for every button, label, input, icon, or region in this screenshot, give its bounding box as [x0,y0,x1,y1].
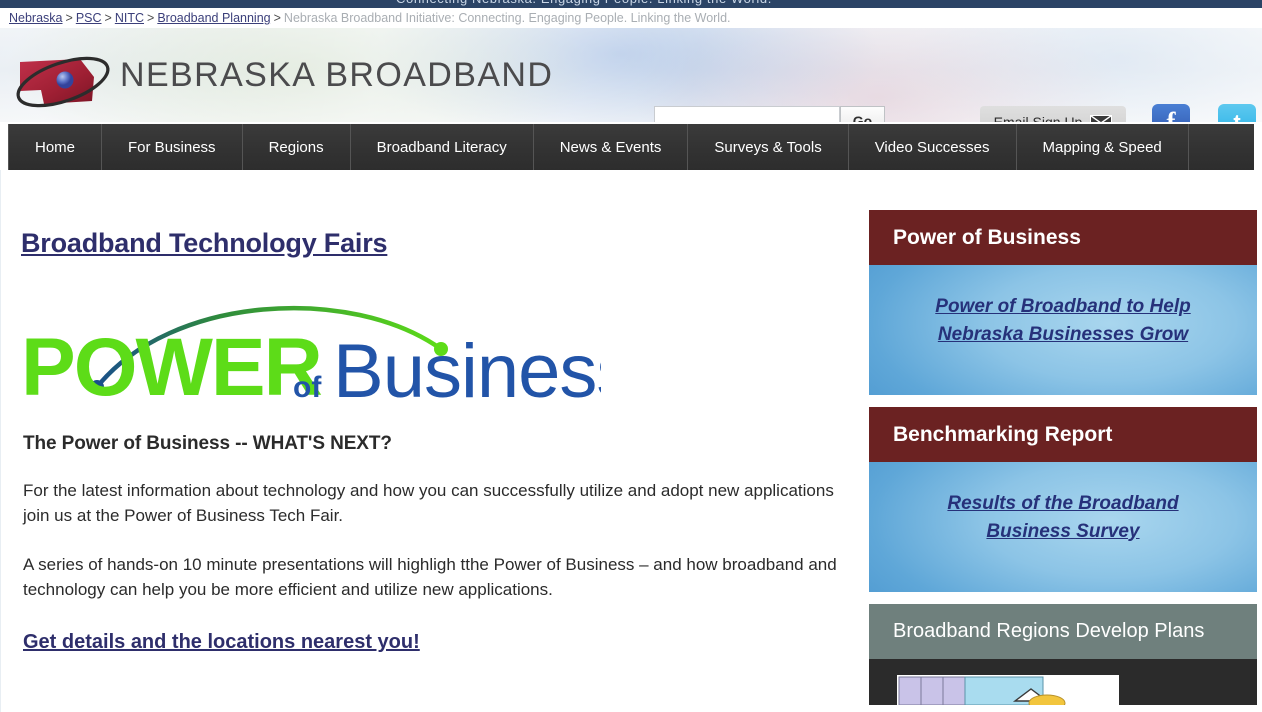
facebook-glyph: f [1166,107,1176,122]
page-title[interactable]: Broadband Technology Fairs [21,228,388,259]
get-details-link[interactable]: Get details and the locations nearest yo… [23,631,420,654]
nav-item-video-successes[interactable]: Video Successes [849,124,1017,170]
panel-title-power-of-business: Power of Business [869,210,1257,265]
sidebar-panel-benchmarking-report: Benchmarking Report Results of the Broad… [869,407,1257,592]
main-navigation: Home For Business Regions Broadband Lite… [8,124,1254,170]
content-area: Broadband Technology Fairs POWER of Busi… [0,170,1262,712]
page-root: Connecting Nebraska. Engaging People. Li… [0,0,1262,712]
section-subheading: The Power of Business -- WHAT'S NEXT? [23,433,392,454]
site-tagline: Connecting Nebraska. Engaging People. Li… [396,0,772,6]
panel-link-line-2: Nebraska Businesses Grow [937,323,1189,345]
svg-text:of: of [293,371,322,404]
panel-body-power-of-business: Power of Broadband to Help Nebraska Busi… [869,265,1257,395]
envelope-icon [1090,114,1113,122]
nav-item-mapping-speed[interactable]: Mapping & Speed [1017,124,1189,170]
panel-body-broadband-regions [869,659,1257,705]
panel-body-benchmarking-report: Results of the Broadband Business Survey [869,462,1257,592]
breadcrumb-separator: > [65,11,73,25]
main-column: Broadband Technology Fairs POWER of Busi… [21,228,851,654]
twitter-icon[interactable]: t [1218,104,1256,122]
panel-link-line-2: Business Survey [986,520,1140,542]
sidebar-panel-power-of-business: Power of Business Power of Broadband to … [869,210,1257,395]
nav-item-regions[interactable]: Regions [243,124,351,170]
breadcrumb-item-nebraska[interactable]: Nebraska [9,11,63,25]
site-logo-text: NEBRASKA BROADBAND [120,56,554,94]
panel-title-broadband-regions: Broadband Regions Develop Plans [869,604,1257,659]
twitter-glyph: t [1218,104,1256,122]
body-paragraph-1: For the latest information about technol… [23,481,834,525]
site-tagline-band: Connecting Nebraska. Engaging People. Li… [0,0,1262,8]
site-banner: NEBRASKA BROADBAND Go Email Sign Up f t [0,28,1262,122]
panel-title-benchmarking-report: Benchmarking Report [869,407,1257,462]
breadcrumb-item-psc[interactable]: PSC [76,11,102,25]
nebraska-state-orbit-logo-icon [8,46,120,110]
nav-item-surveys-tools[interactable]: Surveys & Tools [688,124,849,170]
panel-link-line-1: Power of Broadband to Help [935,296,1191,317]
breadcrumb-current: Nebraska Broadband Initiative: Connectin… [283,11,731,25]
search-input[interactable] [654,106,840,122]
breadcrumb-separator: > [273,11,281,25]
sidebar: Power of Business Power of Broadband to … [869,210,1257,712]
svg-text:Business: Business [333,329,601,407]
nav-item-news-events[interactable]: News & Events [534,124,689,170]
sidebar-panel-broadband-regions: Broadband Regions Develop Plans [869,604,1257,705]
nav-item-home[interactable]: Home [8,124,103,170]
email-signup-button[interactable]: Email Sign Up [980,106,1126,122]
nav-item-for-business[interactable]: For Business [102,124,243,170]
breadcrumb-item-nitc[interactable]: NITC [115,11,144,25]
breadcrumb-separator: > [147,11,155,25]
facebook-icon[interactable]: f [1152,104,1190,122]
panel-link-line-1: Results of the Broadband [947,493,1179,514]
search-go-button[interactable]: Go [840,106,885,122]
nebraska-regions-map-icon[interactable] [897,675,1119,705]
breadcrumb-separator: > [104,11,112,25]
panel-link-broadband-business-survey[interactable]: Results of the Broadband Business Survey [887,490,1239,545]
power-of-business-logo: POWER of Business [21,287,634,414]
panel-link-power-of-broadband[interactable]: Power of Broadband to Help Nebraska Busi… [887,293,1239,348]
site-logo[interactable]: NEBRASKA BROADBAND [8,40,648,114]
email-signup-label: Email Sign Up [993,113,1083,123]
svg-text:POWER: POWER [21,322,322,407]
body-paragraph-2: A series of hands-on 10 minute presentat… [23,554,837,599]
breadcrumb: Nebraska > PSC > NITC > Broadband Planning > Neb… [0,8,1262,28]
nav-item-broadband-literacy[interactable]: Broadband Literacy [351,124,534,170]
breadcrumb-item-broadband-planning[interactable]: Broadband Planning [157,11,270,25]
